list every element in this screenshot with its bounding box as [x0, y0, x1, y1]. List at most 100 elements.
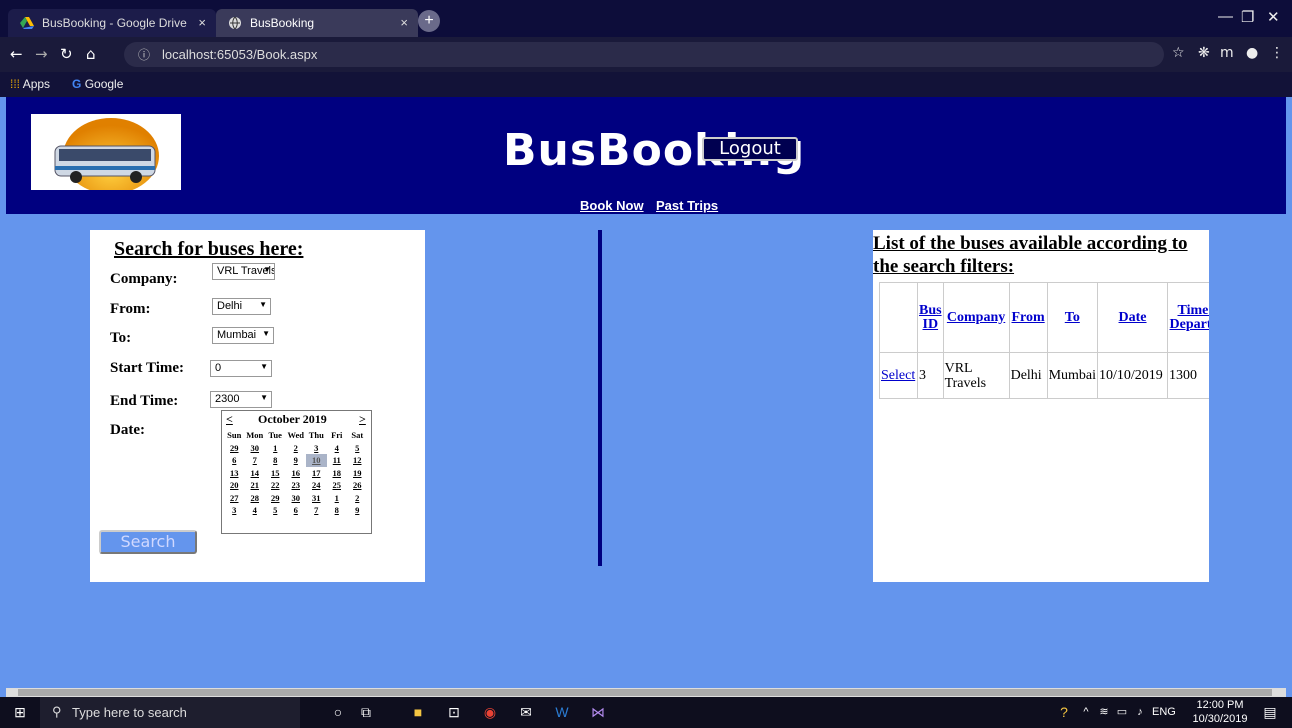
store-icon[interactable]: ⊡: [444, 702, 464, 722]
calendar-day[interactable]: 18: [327, 467, 348, 480]
bookmark-apps[interactable]: ⁞⁞⁞ Apps: [10, 77, 50, 91]
next-month-link[interactable]: >: [359, 412, 366, 427]
extension-icon[interactable]: ❋: [1198, 45, 1210, 61]
from-select[interactable]: Delhi ▼: [212, 298, 271, 315]
column-header[interactable]: Bus ID: [917, 282, 944, 353]
calendar-day[interactable]: 15: [265, 467, 286, 480]
language-indicator[interactable]: ENG: [1152, 706, 1176, 718]
calendar-day[interactable]: 31: [306, 492, 327, 505]
prev-month-link[interactable]: <: [226, 412, 233, 427]
restore-icon[interactable]: ❐: [1241, 8, 1254, 26]
clock-date[interactable]: 10/30/2019: [1190, 713, 1250, 725]
calendar-day[interactable]: 9: [286, 454, 307, 467]
chrome-icon[interactable]: ◉: [480, 702, 500, 722]
calendar-day[interactable]: 12: [347, 454, 368, 467]
select-link[interactable]: Select: [879, 352, 918, 399]
calendar-day[interactable]: 3: [224, 504, 245, 517]
nav-book-now[interactable]: Book Now: [580, 198, 644, 213]
close-tab-icon[interactable]: ×: [400, 15, 408, 30]
calendar-day[interactable]: 1: [327, 492, 348, 505]
end-time-select[interactable]: 2300 ▼: [210, 391, 272, 408]
calendar-day[interactable]: 5: [265, 504, 286, 517]
notification-icon[interactable]: ▤: [1260, 702, 1280, 722]
help-icon[interactable]: ?: [1054, 702, 1074, 722]
calendar-day[interactable]: 30: [245, 442, 266, 455]
search-button[interactable]: Search: [99, 530, 197, 554]
star-icon[interactable]: ☆: [1172, 45, 1185, 61]
nav-past-trips[interactable]: Past Trips: [656, 198, 718, 213]
calendar-day[interactable]: 2: [286, 442, 307, 455]
word-icon[interactable]: W: [552, 702, 572, 722]
calendar-day[interactable]: 26: [347, 479, 368, 492]
calendar-day[interactable]: 30: [286, 492, 307, 505]
calendar-day[interactable]: 22: [265, 479, 286, 492]
file-explorer-icon[interactable]: ■: [408, 702, 428, 722]
calendar-day[interactable]: 13: [224, 467, 245, 480]
mail-icon[interactable]: ✉: [516, 702, 536, 722]
close-tab-icon[interactable]: ×: [198, 15, 206, 30]
tab-google-drive[interactable]: BusBooking - Google Drive ×: [8, 9, 216, 37]
calendar-day[interactable]: 4: [327, 442, 348, 455]
url-input[interactable]: ⓘ localhost:65053/Book.aspx: [124, 42, 1164, 67]
calendar-day[interactable]: 3: [306, 442, 327, 455]
calendar-day[interactable]: 29: [265, 492, 286, 505]
scrollbar-thumb[interactable]: [18, 689, 1272, 696]
calendar-day[interactable]: 16: [286, 467, 307, 480]
calendar-day[interactable]: 10: [306, 454, 327, 467]
column-header[interactable]: To: [1046, 282, 1099, 353]
back-icon[interactable]: ←: [10, 45, 23, 63]
close-window-icon[interactable]: ✕: [1267, 8, 1280, 26]
calendar-day[interactable]: 8: [265, 454, 286, 467]
calendar-day[interactable]: 14: [245, 467, 266, 480]
minimize-icon[interactable]: —: [1218, 8, 1233, 25]
calendar-day[interactable]: 11: [327, 454, 348, 467]
calendar-day[interactable]: 7: [245, 454, 266, 467]
calendar-day[interactable]: 9: [347, 504, 368, 517]
windows-start-icon[interactable]: ⊞: [10, 702, 30, 722]
info-icon[interactable]: ⓘ: [138, 46, 150, 63]
wifi-icon[interactable]: ≋: [1094, 702, 1114, 722]
new-tab-button[interactable]: +: [418, 10, 440, 32]
calendar-day[interactable]: 1: [265, 442, 286, 455]
forward-icon[interactable]: →: [35, 45, 48, 63]
logout-button[interactable]: Logout: [702, 137, 798, 161]
menu-icon[interactable]: ⋮: [1270, 45, 1284, 61]
calendar-day[interactable]: 7: [306, 504, 327, 517]
profile-icon[interactable]: ●: [1246, 45, 1258, 61]
to-select[interactable]: Mumbai ▼: [212, 327, 274, 344]
calendar-day[interactable]: 25: [327, 479, 348, 492]
calendar-day[interactable]: 23: [286, 479, 307, 492]
column-header[interactable]: Company: [942, 282, 1010, 353]
calendar-day[interactable]: 2: [347, 492, 368, 505]
clock-time[interactable]: 12:00 PM: [1190, 699, 1250, 711]
calendar-day[interactable]: 5: [347, 442, 368, 455]
company-select[interactable]: VRL Travels ▼: [212, 263, 275, 280]
column-header[interactable]: Time of Departure: [1167, 282, 1209, 353]
column-header[interactable]: Date: [1097, 282, 1169, 353]
task-view-icon[interactable]: ⧉: [356, 702, 376, 722]
calendar-day[interactable]: 21: [245, 479, 266, 492]
calendar-day[interactable]: 4: [245, 504, 266, 517]
reload-icon[interactable]: ↻: [60, 45, 73, 63]
visual-studio-icon[interactable]: ⋈: [588, 702, 608, 722]
chevron-up-icon[interactable]: ^: [1076, 702, 1096, 722]
start-time-select[interactable]: 0 ▼: [210, 360, 272, 377]
battery-icon[interactable]: ▭: [1112, 702, 1132, 722]
cortana-icon[interactable]: ○: [328, 702, 348, 722]
home-icon[interactable]: ⌂: [86, 45, 96, 63]
extension-icon[interactable]: m: [1220, 45, 1234, 61]
taskbar-search-input[interactable]: ⚲ Type here to search: [40, 697, 300, 728]
calendar-day[interactable]: 29: [224, 442, 245, 455]
calendar-day[interactable]: 17: [306, 467, 327, 480]
calendar-day[interactable]: 6: [224, 454, 245, 467]
tab-busbooking[interactable]: BusBooking ×: [216, 9, 418, 37]
calendar-day[interactable]: 28: [245, 492, 266, 505]
horizontal-scrollbar[interactable]: [6, 688, 1286, 697]
volume-icon[interactable]: ♪: [1130, 702, 1150, 722]
calendar-day[interactable]: 8: [327, 504, 348, 517]
calendar-day[interactable]: 27: [224, 492, 245, 505]
calendar-day[interactable]: 24: [306, 479, 327, 492]
bookmark-google[interactable]: G Google: [72, 77, 123, 91]
column-header[interactable]: From: [1008, 282, 1048, 353]
calendar-day[interactable]: 6: [286, 504, 307, 517]
